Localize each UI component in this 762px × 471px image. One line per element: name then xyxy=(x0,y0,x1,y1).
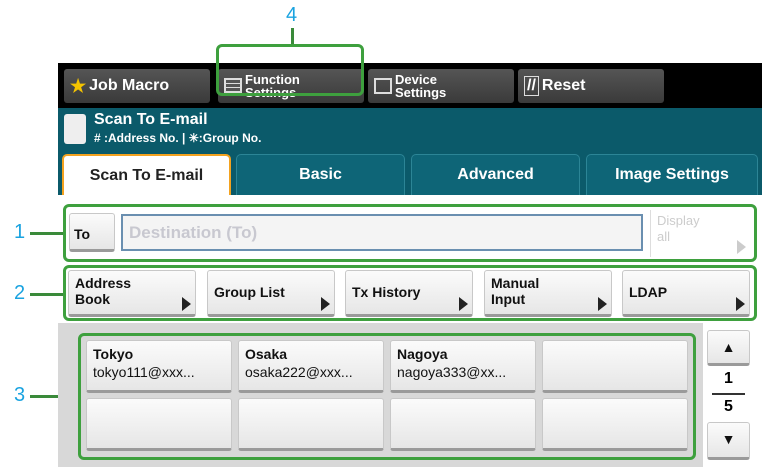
callout-1: 1 xyxy=(14,221,26,243)
page-current: 1 xyxy=(724,370,733,387)
address-entry[interactable] xyxy=(86,398,232,451)
arrow-right-icon xyxy=(598,297,607,311)
tab-image-settings[interactable]: Image Settings xyxy=(586,154,758,195)
top-toolbar: ★ Job Macro Function Settings Device Setti… xyxy=(58,63,762,108)
tab-advanced[interactable]: Advanced xyxy=(411,154,580,195)
callout-4: 4 xyxy=(286,4,298,26)
address-entry[interactable]: Nagoya nagoya333@xx... xyxy=(390,340,536,393)
to-button[interactable]: To xyxy=(69,213,115,252)
callout-line xyxy=(291,28,294,44)
arrow-right-icon xyxy=(459,297,468,311)
display-all-button[interactable]: Display all xyxy=(650,210,750,257)
tab-bar: Scan To E-mail Basic Advanced Image Sett… xyxy=(58,150,762,195)
star-icon: ★ xyxy=(70,75,87,96)
arrow-right-icon xyxy=(737,240,746,254)
scroll-up-button[interactable]: ▲ xyxy=(707,330,750,366)
destination-input[interactable]: Destination (To) xyxy=(121,214,643,251)
page-divider xyxy=(712,393,745,395)
group-list-button[interactable]: Group List xyxy=(207,270,335,317)
address-entry[interactable]: Tokyo tokyo111@xxx... xyxy=(86,340,232,393)
tab-basic[interactable]: Basic xyxy=(236,154,405,195)
arrow-right-icon xyxy=(321,297,330,311)
arrow-right-icon xyxy=(736,297,745,311)
address-entry[interactable] xyxy=(542,340,688,393)
callout-2: 2 xyxy=(14,282,26,304)
tx-history-button[interactable]: Tx History xyxy=(345,270,473,317)
device-icon xyxy=(374,78,392,94)
scroll-down-button[interactable]: ▼ xyxy=(707,422,750,460)
function-settings-highlight xyxy=(216,44,364,96)
manual-input-button[interactable]: Manual Input xyxy=(484,270,612,317)
callout-3: 3 xyxy=(14,384,26,406)
callout-line xyxy=(30,232,64,235)
address-book-button[interactable]: Address Book xyxy=(68,270,196,317)
triangle-down-icon: ▼ xyxy=(721,431,736,447)
screen-title: Scan To E-mail xyxy=(94,111,208,128)
triangle-up-icon: ▲ xyxy=(721,339,736,355)
screen-subtitle: # :Address No. | ✳:Group No. xyxy=(94,131,262,145)
tab-scan-to-email[interactable]: Scan To E-mail xyxy=(62,154,231,195)
address-entry[interactable]: Osaka osaka222@xxx... xyxy=(238,340,384,393)
screen-header: Scan To E-mail # :Address No. | ✳:Group … xyxy=(58,108,762,152)
device-settings-button[interactable]: Device Settings xyxy=(368,69,514,103)
scan-email-icon xyxy=(64,114,86,144)
arrow-right-icon xyxy=(182,297,191,311)
reset-icon: // xyxy=(524,76,539,96)
ldap-button[interactable]: LDAP xyxy=(622,270,750,317)
address-entry[interactable] xyxy=(238,398,384,451)
address-entry[interactable] xyxy=(390,398,536,451)
address-entry[interactable] xyxy=(542,398,688,451)
reset-button[interactable]: // Reset xyxy=(518,69,664,103)
callout-line xyxy=(30,293,64,296)
page-total: 5 xyxy=(724,398,733,415)
job-macro-button[interactable]: ★ Job Macro xyxy=(64,69,210,103)
